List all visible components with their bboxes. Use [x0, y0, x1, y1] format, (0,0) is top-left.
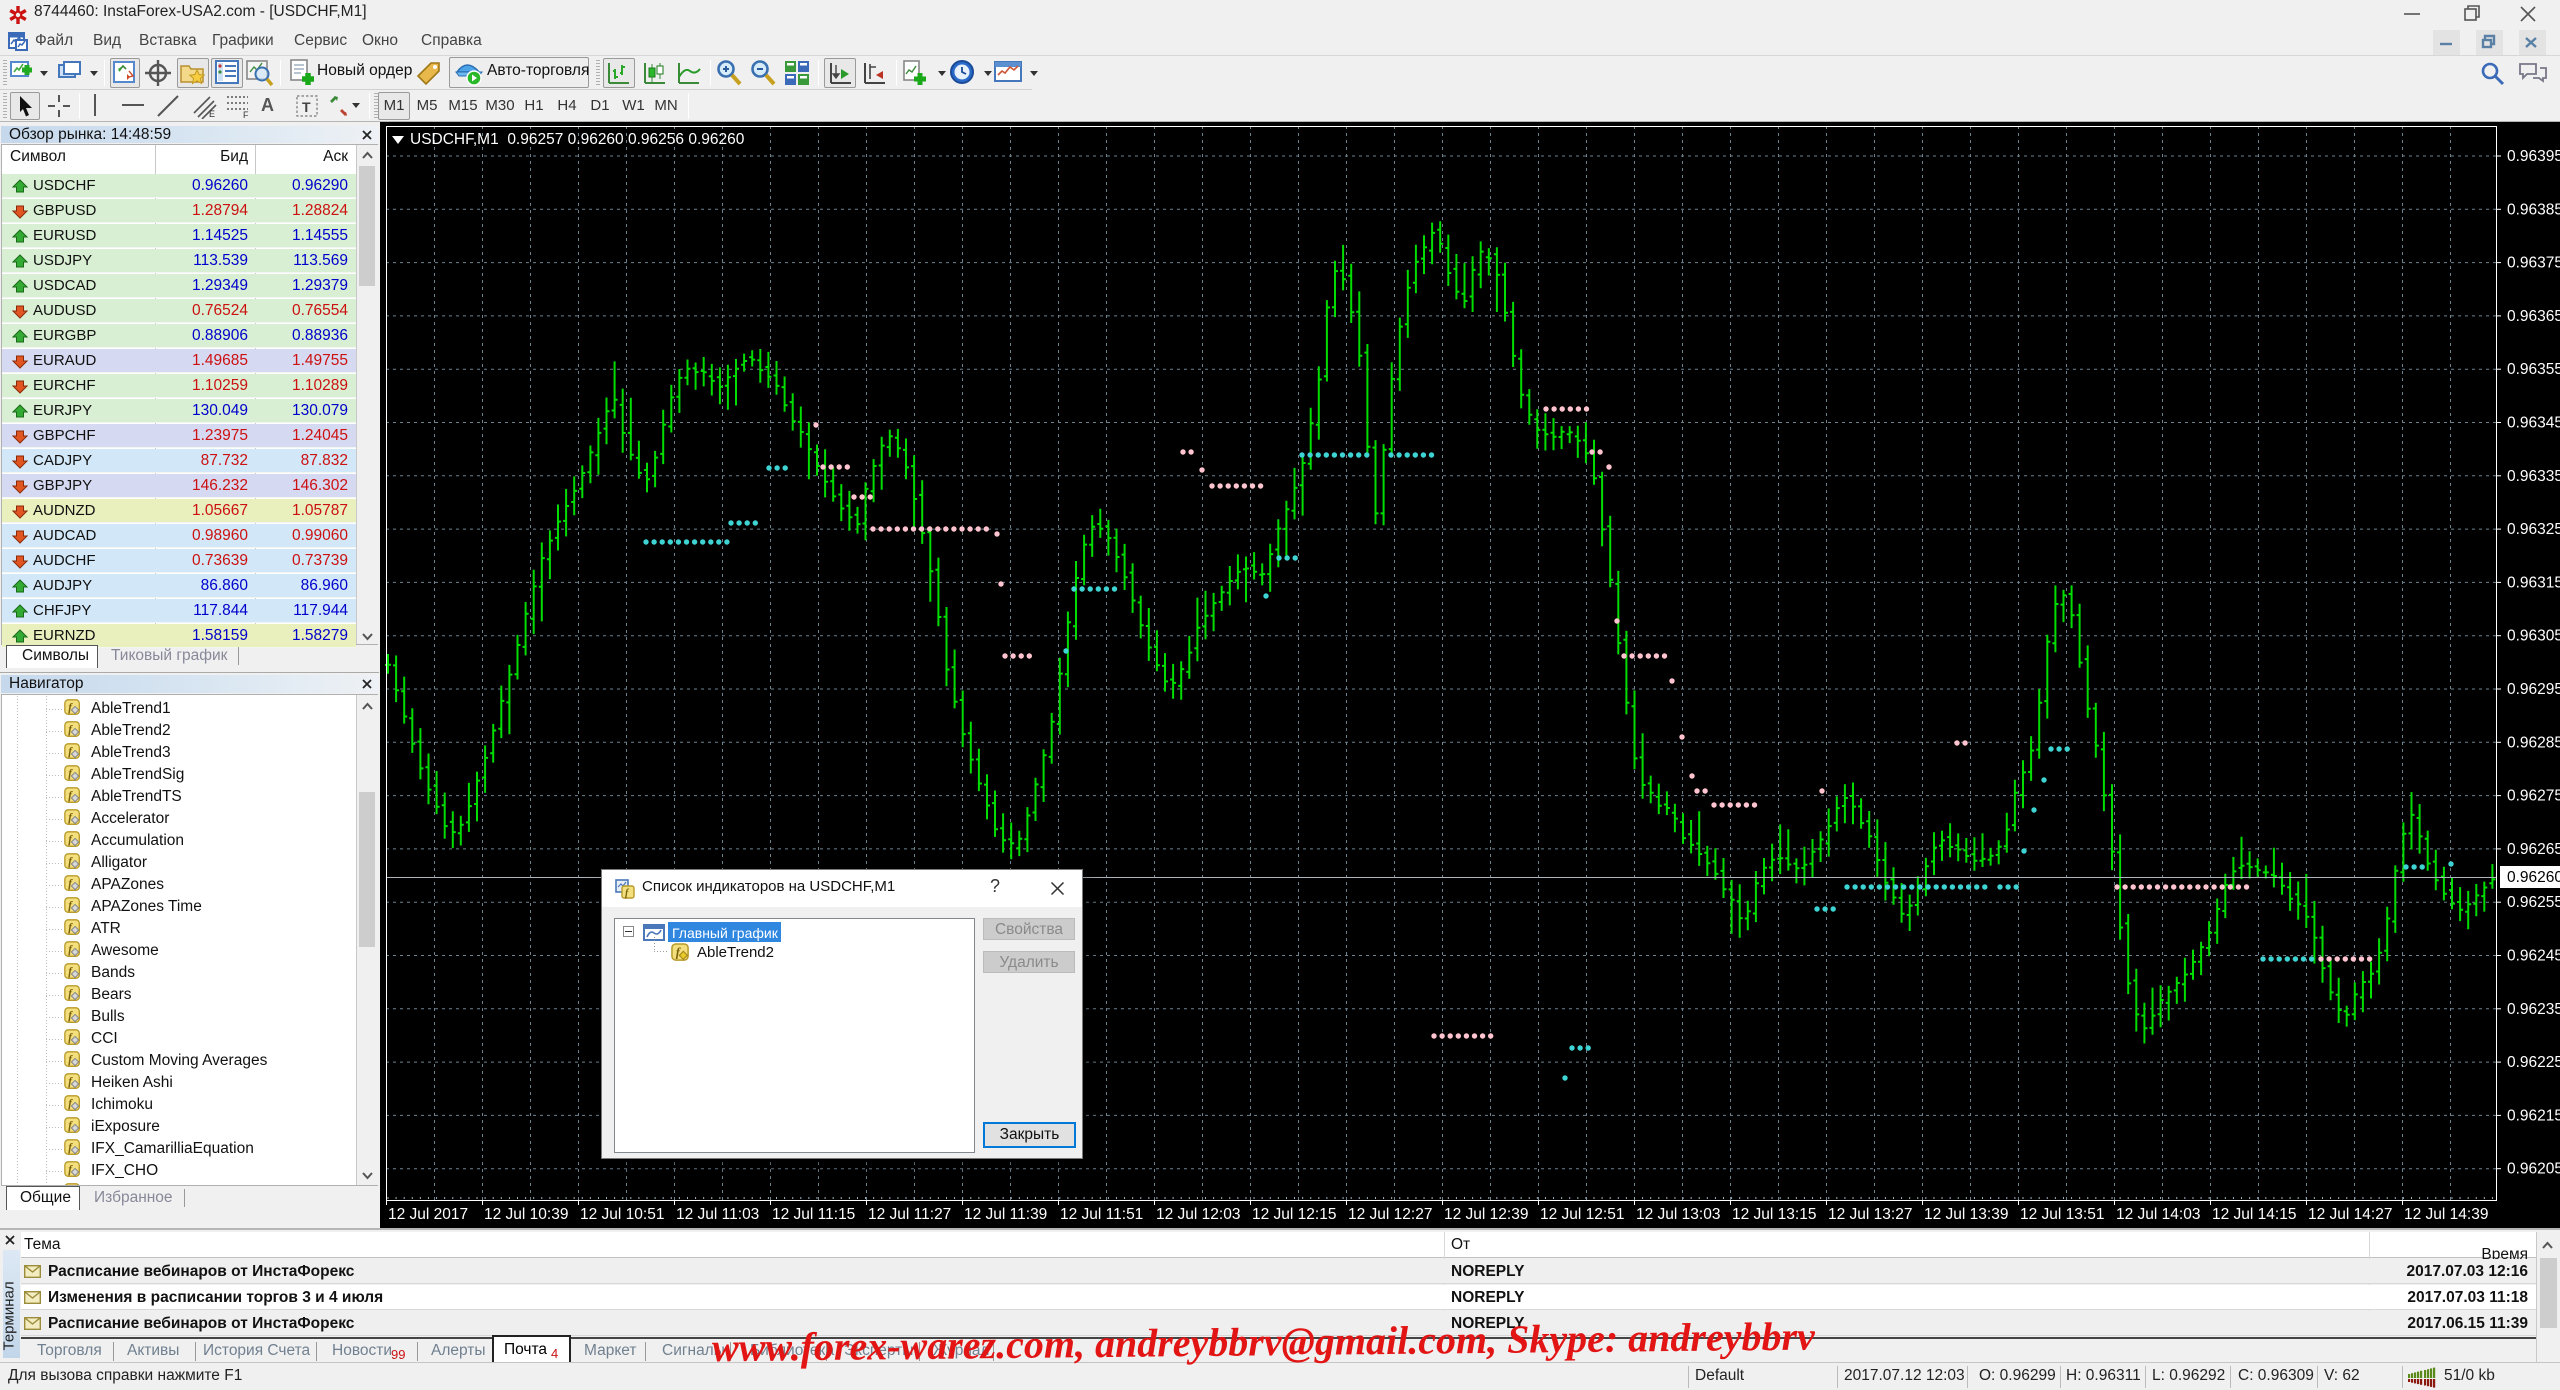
svg-text:12 Jul 14:39: 12 Jul 14:39 [2404, 1206, 2488, 1223]
svg-text:0.96215: 0.96215 [2507, 1107, 2560, 1124]
svg-text:0.96205: 0.96205 [2507, 1161, 2560, 1178]
svg-text:F: F [243, 110, 249, 119]
svg-text:12 Jul 12:15: 12 Jul 12:15 [1252, 1206, 1336, 1223]
svg-text:12 Jul 11:51: 12 Jul 11:51 [1060, 1206, 1143, 1223]
svg-text:0.96325: 0.96325 [2507, 521, 2560, 538]
svg-text:0.96365: 0.96365 [2507, 308, 2560, 325]
svg-text:12 Jul 11:27: 12 Jul 11:27 [868, 1206, 951, 1223]
svg-text:12 Jul 12:39: 12 Jul 12:39 [1444, 1206, 1528, 1223]
svg-text:0.96305: 0.96305 [2507, 628, 2560, 645]
svg-text:0.96265: 0.96265 [2507, 841, 2560, 858]
svg-text:12 Jul 14:15: 12 Jul 14:15 [2212, 1206, 2296, 1223]
svg-text:0.96375: 0.96375 [2507, 255, 2560, 272]
svg-text:12 Jul 12:27: 12 Jul 12:27 [1348, 1206, 1432, 1223]
svg-text:12 Jul 14:03: 12 Jul 14:03 [2116, 1206, 2200, 1223]
svg-text:12 Jul 13:15: 12 Jul 13:15 [1732, 1206, 1816, 1223]
svg-text:0.96255: 0.96255 [2507, 894, 2560, 911]
svg-text:0.96275: 0.96275 [2507, 788, 2560, 805]
svg-text:12 Jul 12:51: 12 Jul 12:51 [1540, 1206, 1624, 1223]
svg-text:0.96315: 0.96315 [2507, 574, 2560, 591]
svg-text:12 Jul 13:51: 12 Jul 13:51 [2020, 1206, 2104, 1223]
svg-text:12 Jul 10:39: 12 Jul 10:39 [484, 1206, 568, 1223]
svg-text:0.96260: 0.96260 [2507, 869, 2560, 886]
svg-text:12 Jul 13:27: 12 Jul 13:27 [1828, 1206, 1912, 1223]
svg-text:12 Jul 13:39: 12 Jul 13:39 [1924, 1206, 2008, 1223]
svg-text:0.96345: 0.96345 [2507, 415, 2560, 432]
svg-text:12 Jul 11:03: 12 Jul 11:03 [676, 1206, 759, 1223]
svg-text:0.96395: 0.96395 [2507, 148, 2560, 165]
svg-text:0.96295: 0.96295 [2507, 681, 2560, 698]
svg-text:0.96225: 0.96225 [2507, 1054, 2560, 1071]
svg-text:0.96385: 0.96385 [2507, 201, 2560, 218]
svg-text:0.96245: 0.96245 [2507, 948, 2560, 965]
svg-text:12 Jul 12:03: 12 Jul 12:03 [1156, 1206, 1240, 1223]
svg-text:USDCHF,M1 0.96257 0.96260 0.9: USDCHF,M1 0.96257 0.96260 0.96256 0.9626… [410, 131, 745, 148]
svg-text:0.96335: 0.96335 [2507, 468, 2560, 485]
svg-text:T: T [302, 99, 311, 115]
svg-text:0.96355: 0.96355 [2507, 361, 2560, 378]
svg-text:0.96235: 0.96235 [2507, 1001, 2560, 1018]
svg-text:12 Jul 11:15: 12 Jul 11:15 [772, 1206, 855, 1223]
svg-text:12 Jul 2017: 12 Jul 2017 [388, 1206, 468, 1223]
svg-text:E: E [209, 109, 215, 119]
svg-text:0.96285: 0.96285 [2507, 734, 2560, 751]
svg-text:12 Jul 13:03: 12 Jul 13:03 [1636, 1206, 1720, 1223]
svg-text:12 Jul 14:27: 12 Jul 14:27 [2308, 1206, 2392, 1223]
svg-text:12 Jul 10:51: 12 Jul 10:51 [580, 1206, 664, 1223]
svg-text:12 Jul 11:39: 12 Jul 11:39 [964, 1206, 1047, 1223]
